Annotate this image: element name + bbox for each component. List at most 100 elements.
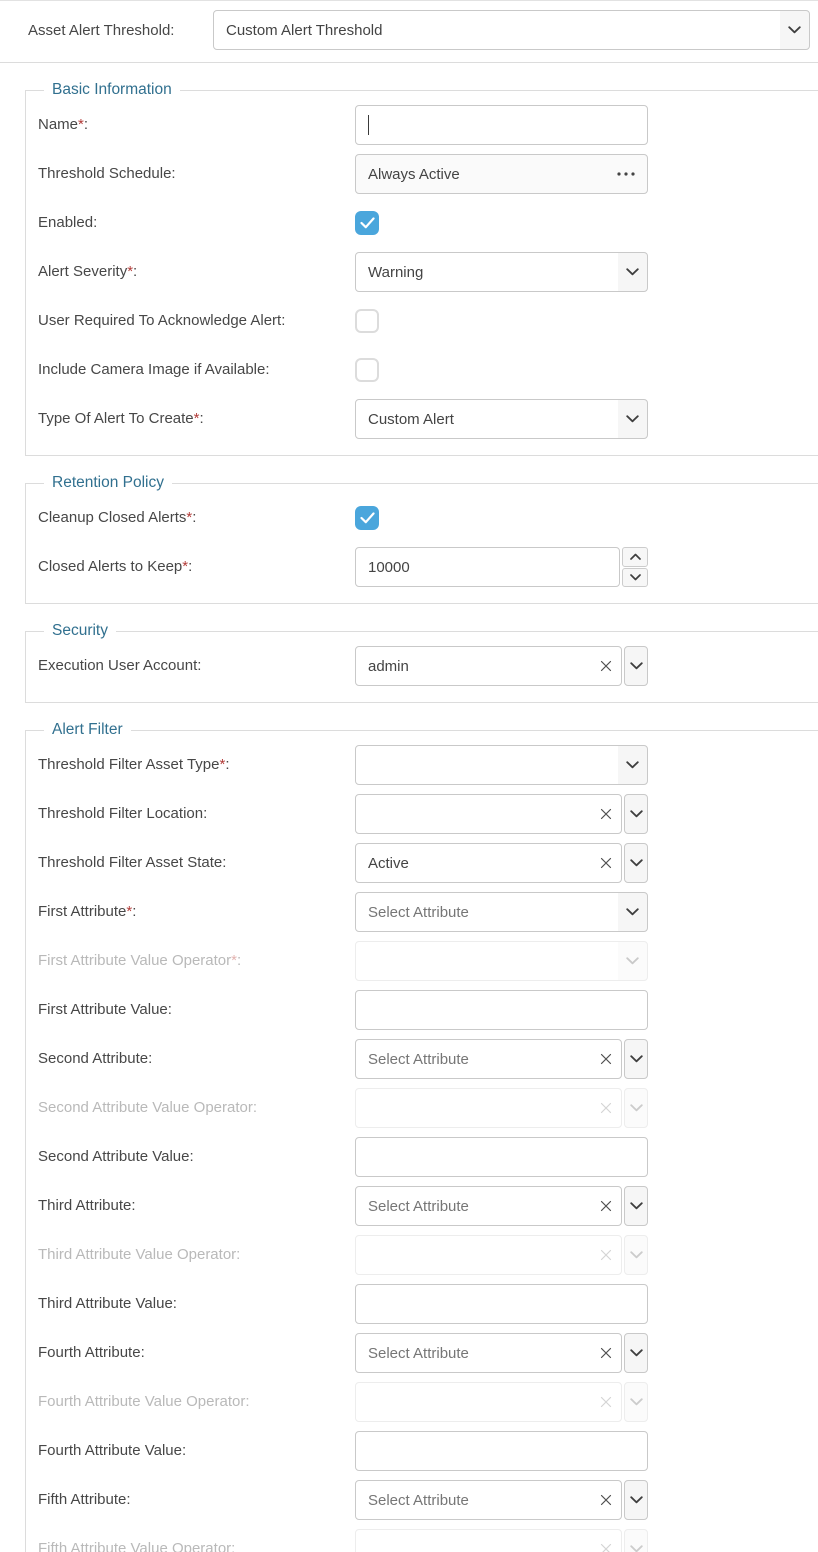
- fourth-attribute-combobox: Select Attribute: [355, 1333, 648, 1373]
- second-attribute-value-input[interactable]: [355, 1137, 648, 1177]
- clear-x-icon[interactable]: [600, 1200, 612, 1212]
- third-attribute-value-operator-combobox-input[interactable]: [355, 1235, 622, 1275]
- header-row: Asset Alert Threshold: Custom Alert Thre…: [0, 1, 818, 59]
- clear-x-icon[interactable]: [600, 1494, 612, 1506]
- clear-x-icon[interactable]: [600, 660, 612, 672]
- chevron-down-icon: [788, 26, 801, 34]
- third-attribute-combobox-input[interactable]: Select Attribute: [355, 1186, 622, 1226]
- third-attribute-value-operator-combobox: [355, 1235, 648, 1275]
- chevron-down-icon: [630, 662, 643, 670]
- user-required-to-acknowledge-alert-checkbox[interactable]: [355, 309, 379, 333]
- form-row: Fifth Attribute Value Operator:: [38, 1529, 818, 1552]
- form-row: First Attribute Value:: [38, 990, 818, 1030]
- dropdown-button[interactable]: [624, 1529, 648, 1552]
- dropdown-button[interactable]: [624, 1235, 648, 1275]
- fourth-attribute-value-operator-combobox: [355, 1382, 648, 1422]
- clear-x-icon[interactable]: [600, 1249, 612, 1261]
- clear-x-icon[interactable]: [600, 1396, 612, 1408]
- form-row: Execution User Account:admin: [38, 646, 818, 686]
- dropdown-button[interactable]: [624, 1382, 648, 1422]
- alert-severity-label: Alert Severity*:: [38, 263, 355, 282]
- form-row: First Attribute Value Operator*:: [38, 941, 818, 981]
- form-row: User Required To Acknowledge Alert:: [38, 301, 818, 341]
- type-of-alert-to-create-label: Type Of Alert To Create*:: [38, 410, 355, 429]
- second-attribute-combobox-input[interactable]: Select Attribute: [355, 1039, 622, 1079]
- cleanup-closed-alerts-checkbox[interactable]: [355, 506, 379, 530]
- chevron-down-icon: [626, 268, 639, 276]
- execution-user-account-combobox-input[interactable]: admin: [355, 646, 622, 686]
- fourth-attribute-value-operator-combobox-input[interactable]: [355, 1382, 622, 1422]
- dropdown-button[interactable]: [624, 794, 648, 834]
- clear-x-icon[interactable]: [600, 1347, 612, 1359]
- fifth-attribute-combobox: Select Attribute: [355, 1480, 648, 1520]
- closed-alerts-to-keep-number-field: 10000: [355, 547, 648, 587]
- form-row: Fourth Attribute Value Operator:: [38, 1382, 818, 1422]
- closed-alerts-to-keep-label: Closed Alerts to Keep*:: [38, 558, 355, 577]
- threshold-filter-asset-state-combobox-input[interactable]: Active: [355, 843, 622, 883]
- dropdown-button[interactable]: [624, 1186, 648, 1226]
- second-attribute-value-operator-combobox-input[interactable]: [355, 1088, 622, 1128]
- user-required-to-acknowledge-alert-label: User Required To Acknowledge Alert:: [38, 312, 355, 331]
- chevron-down-icon: [630, 1496, 643, 1504]
- fifth-attribute-combobox-input[interactable]: Select Attribute: [355, 1480, 622, 1520]
- include-camera-image-if-available-checkbox[interactable]: [355, 358, 379, 382]
- form-row: Fifth Attribute:Select Attribute: [38, 1480, 818, 1520]
- spin-up-button[interactable]: [622, 547, 648, 567]
- threshold-filter-location-combobox-input[interactable]: [355, 794, 622, 834]
- text-caret: [368, 115, 369, 135]
- dropdown-button[interactable]: [624, 843, 648, 883]
- form-row: Second Attribute:Select Attribute: [38, 1039, 818, 1079]
- closed-alerts-to-keep-input[interactable]: 10000: [355, 547, 620, 587]
- form-row: Third Attribute:Select Attribute: [38, 1186, 818, 1226]
- enabled-checkbox[interactable]: [355, 211, 379, 235]
- third-attribute-value-input[interactable]: [355, 1284, 648, 1324]
- third-attribute-value-label: Third Attribute Value:: [38, 1295, 355, 1314]
- clear-x-icon[interactable]: [600, 1053, 612, 1065]
- fourth-attribute-value-input[interactable]: [355, 1431, 648, 1471]
- second-attribute-value-operator-label: Second Attribute Value Operator:: [38, 1099, 355, 1118]
- form-row: Name*:: [38, 105, 818, 145]
- alert-severity-select[interactable]: Warning: [355, 252, 648, 292]
- threshold-filter-asset-state-label: Threshold Filter Asset State:: [38, 854, 355, 873]
- dropdown-button[interactable]: [624, 1039, 648, 1079]
- first-attribute-value-input[interactable]: [355, 990, 648, 1030]
- fourth-attribute-combobox-input[interactable]: Select Attribute: [355, 1333, 622, 1373]
- threshold-filter-asset-type-select[interactable]: [355, 745, 648, 785]
- clear-x-icon[interactable]: [600, 857, 612, 869]
- type-of-alert-to-create-select[interactable]: Custom Alert: [355, 399, 648, 439]
- form-row: Alert Severity*:Warning: [38, 252, 818, 292]
- dropdown-button[interactable]: [624, 1480, 648, 1520]
- section-security: SecurityExecution User Account:admin: [25, 622, 818, 703]
- chevron-down-icon: [626, 415, 639, 423]
- dropdown-button[interactable]: [624, 1333, 648, 1373]
- fifth-attribute-value-operator-combobox-input[interactable]: [355, 1529, 622, 1552]
- threshold-filter-asset-type-label: Threshold Filter Asset Type*:: [38, 756, 355, 775]
- clear-x-icon[interactable]: [600, 1102, 612, 1114]
- chevron-down-icon: [630, 1349, 643, 1357]
- threshold-filter-location-combobox: [355, 794, 648, 834]
- execution-user-account-combobox: admin: [355, 646, 648, 686]
- threshold-filter-asset-state-combobox: Active: [355, 843, 648, 883]
- fifth-attribute-label: Fifth Attribute:: [38, 1491, 355, 1510]
- clear-x-icon[interactable]: [600, 808, 612, 820]
- spin-down-button[interactable]: [622, 568, 648, 588]
- clear-x-icon[interactable]: [600, 1543, 612, 1552]
- third-attribute-label: Third Attribute:: [38, 1197, 355, 1216]
- form-row: Type Of Alert To Create*:Custom Alert: [38, 399, 818, 439]
- second-attribute-combobox: Select Attribute: [355, 1039, 648, 1079]
- chevron-down-icon: [630, 859, 643, 867]
- chevron-down-icon: [630, 1251, 643, 1259]
- second-attribute-value-label: Second Attribute Value:: [38, 1148, 355, 1167]
- threshold-schedule-field[interactable]: Always Active: [355, 154, 648, 194]
- form-row: Second Attribute Value Operator:: [38, 1088, 818, 1128]
- asset-alert-threshold-select[interactable]: Custom Alert Threshold: [213, 10, 810, 50]
- first-attribute-value-operator-select[interactable]: [355, 941, 648, 981]
- divider: [0, 62, 818, 63]
- dropdown-button[interactable]: [624, 646, 648, 686]
- name-input[interactable]: [355, 105, 648, 145]
- fifth-attribute-value-operator-combobox: [355, 1529, 648, 1552]
- threshold-schedule-label: Threshold Schedule:: [38, 165, 355, 184]
- dropdown-button[interactable]: [624, 1088, 648, 1128]
- first-attribute-select[interactable]: Select Attribute: [355, 892, 648, 932]
- form-sections: Basic InformationName*:Threshold Schedul…: [0, 81, 818, 1552]
